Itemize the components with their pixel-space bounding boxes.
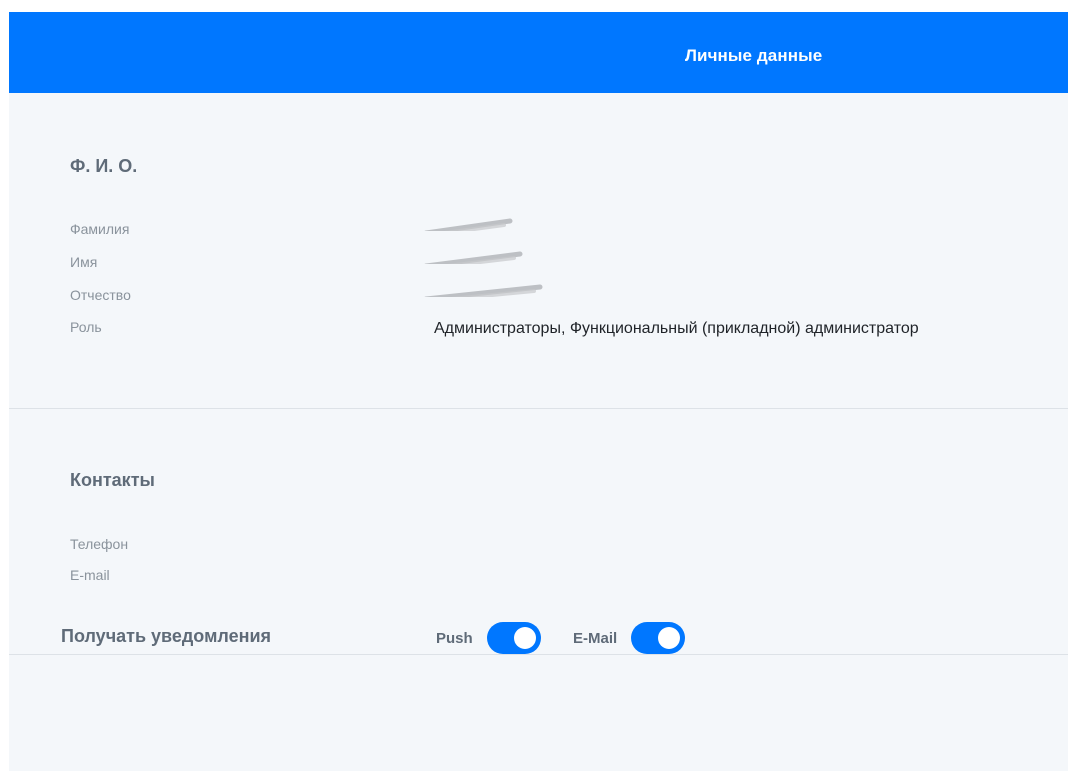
- push-toggle-group: Push: [436, 622, 541, 654]
- redacted-patronymic: [424, 284, 543, 297]
- field-label-patronymic: Отчество: [70, 287, 131, 303]
- field-label-email: E-mail: [70, 567, 110, 583]
- redacted-surname: [424, 218, 513, 231]
- page-title: Личные данные: [685, 46, 823, 65]
- notifications-label: Получать уведомления: [61, 626, 272, 646]
- page-header: Личные данные: [9, 12, 1068, 93]
- section-divider: [9, 408, 1068, 409]
- field-value-role: Администраторы, Функциональный (прикладн…: [434, 320, 919, 337]
- push-toggle-label: Push: [436, 629, 473, 647]
- email-toggle[interactable]: [631, 622, 686, 654]
- field-label-name: Имя: [70, 254, 98, 270]
- section-title-fio: Ф. И. О.: [70, 156, 138, 176]
- toggle-knob: [513, 627, 536, 649]
- toggle-knob: [658, 627, 681, 649]
- redacted-name: [424, 251, 523, 264]
- field-label-phone: Телефон: [70, 536, 129, 552]
- email-toggle-group: E-Mail: [573, 622, 686, 654]
- field-label-role: Роль: [70, 319, 102, 335]
- profile-content: Ф. И. О. Фамилия Имя Отчество Роль Админ…: [9, 93, 1068, 771]
- section-divider: [9, 654, 1068, 655]
- push-toggle[interactable]: [486, 622, 541, 654]
- field-label-surname: Фамилия: [70, 221, 130, 237]
- email-toggle-label: E-Mail: [573, 629, 618, 647]
- section-title-contacts: Контакты: [70, 470, 155, 490]
